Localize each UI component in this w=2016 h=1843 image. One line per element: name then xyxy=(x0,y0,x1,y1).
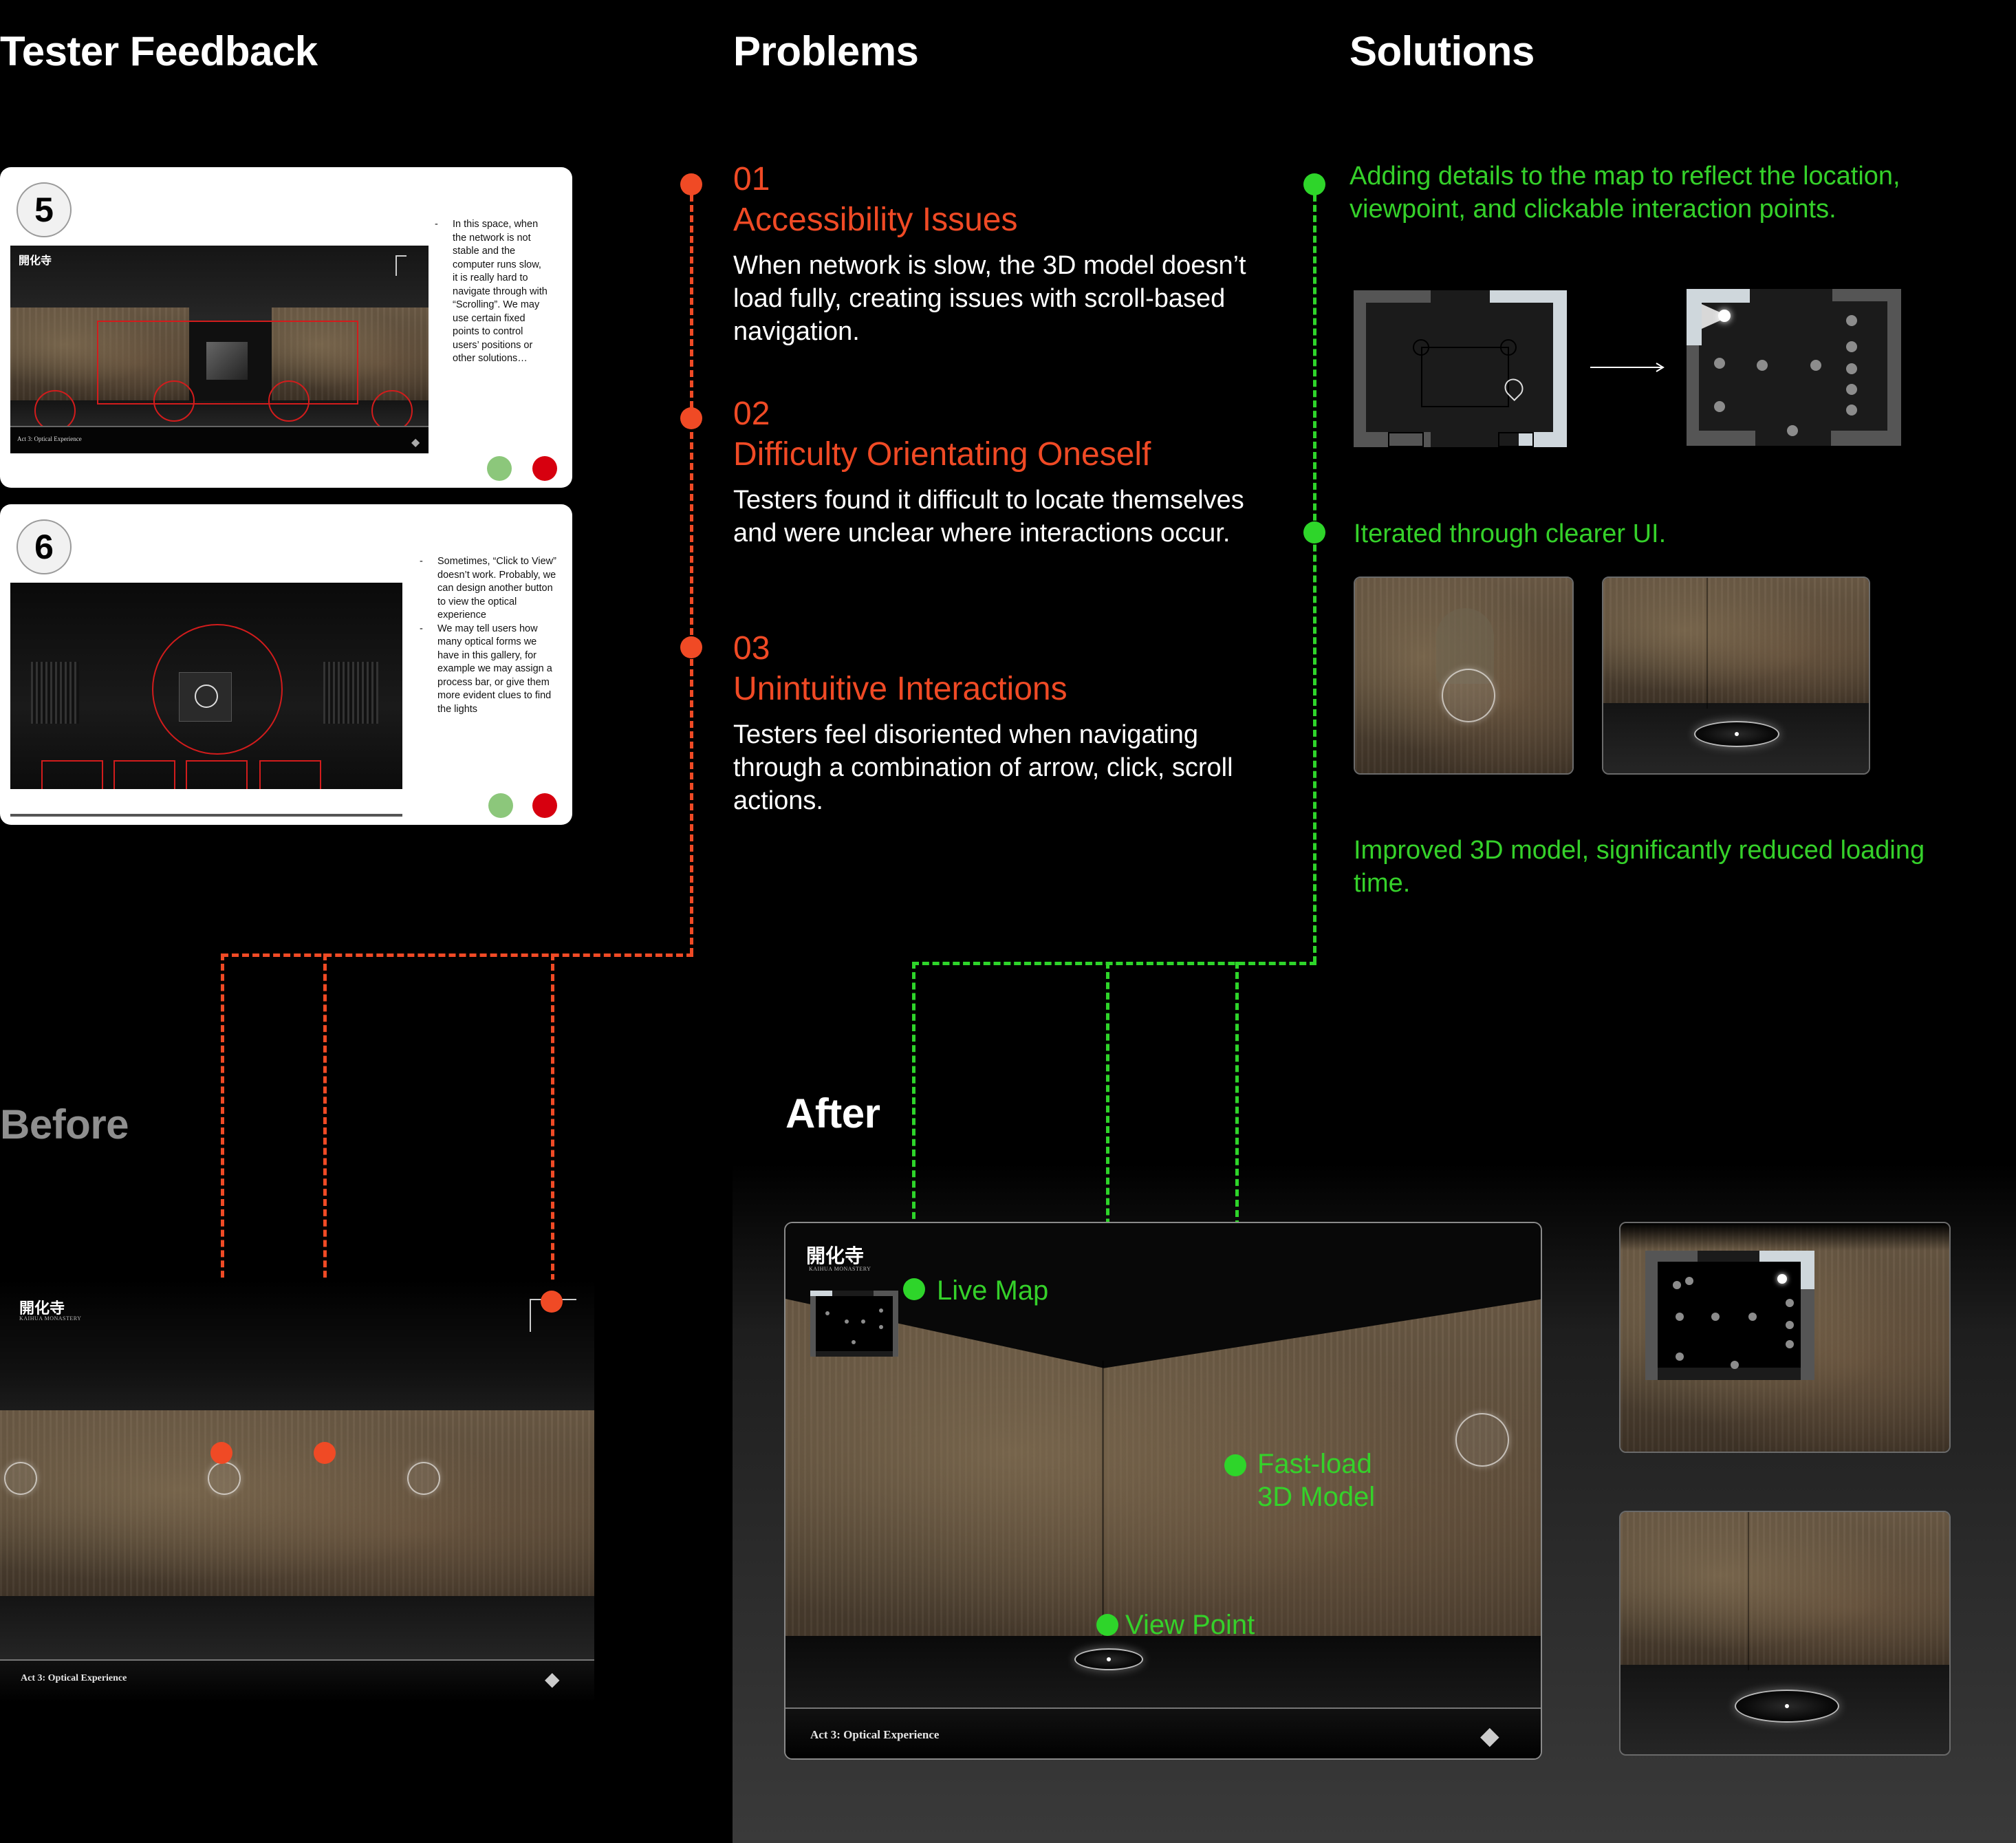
reject-dot[interactable] xyxy=(532,793,557,818)
card-number-badge: 6 xyxy=(17,519,72,574)
solution-node xyxy=(1303,521,1325,543)
card-5-footer: Act 3: Optical Experience xyxy=(10,426,429,453)
bracket-icon xyxy=(395,255,407,276)
footer-label: Act 3: Optical Experience xyxy=(810,1728,940,1741)
after-heading: After xyxy=(785,1090,880,1136)
live-map[interactable] xyxy=(810,1291,898,1357)
problem-node xyxy=(680,407,702,429)
before-heading: Before xyxy=(0,1101,129,1147)
card-6-screenshot xyxy=(10,583,402,789)
viewpoint-marker[interactable] xyxy=(1694,721,1779,747)
fast-load-marker xyxy=(1224,1454,1246,1476)
problem-title: Difficulty Orientating Oneself xyxy=(733,436,1151,473)
map-old xyxy=(1354,290,1567,447)
highlight-circle xyxy=(371,390,413,431)
click-to-view-ring[interactable] xyxy=(407,1462,440,1495)
problems-heading: Problems xyxy=(733,28,919,74)
highlight-circle xyxy=(153,380,195,422)
problem-number: 03 xyxy=(733,630,770,667)
crystal-icon: ◆ xyxy=(1480,1721,1499,1749)
view-point-marker xyxy=(1096,1614,1118,1636)
problem-title: Unintuitive Interactions xyxy=(733,671,1067,707)
card-5-screenshot: 開化寺 Act 3: Optical Experience ◆ xyxy=(10,246,429,453)
click-to-view-ring[interactable] xyxy=(4,1462,37,1495)
reject-dot[interactable] xyxy=(532,456,557,481)
crystal-icon: ◆ xyxy=(545,1668,560,1690)
before-screenshot: 開化寺 KAIHUA MONASTERY Act 3: Optical Expe… xyxy=(0,1280,594,1702)
highlight-box xyxy=(41,760,103,789)
card-5-notes: In this space, when the network is not s… xyxy=(435,218,548,366)
highlight-box xyxy=(113,760,175,789)
problem-description: Testers feel disoriented when navigating… xyxy=(733,720,1233,815)
note-item: Sometimes, “Click to View” doesn’t work.… xyxy=(420,555,557,623)
logo-subtitle: KAIHUA MONASTERY xyxy=(809,1266,871,1272)
feedback-card-5: 5 開化寺 Act 3: Optical Experience ◆ In thi… xyxy=(0,167,572,488)
viewpoint-marker[interactable] xyxy=(1735,1690,1839,1723)
feedback-card-6: 6 Sometimes, “Click to View” doesn’t wor… xyxy=(0,504,572,825)
problem-node xyxy=(680,173,702,195)
logo-subtitle: KAIHUA MONASTERY xyxy=(19,1315,82,1322)
click-to-view-ring[interactable] xyxy=(1442,669,1495,722)
after-thumbnail-map xyxy=(1619,1222,1951,1453)
logo: 開化寺 xyxy=(19,254,52,267)
problem-marker xyxy=(210,1442,232,1464)
viewpoint-marker[interactable] xyxy=(1074,1648,1143,1670)
tester-feedback-heading: Tester Feedback xyxy=(0,28,318,74)
solution-text: Adding details to the map to reflect the… xyxy=(1350,162,1900,224)
before-connector-line xyxy=(221,953,693,957)
solution-text: Improved 3D model, significantly reduced… xyxy=(1354,836,1925,898)
problem-title: Accessibility Issues xyxy=(733,202,1018,238)
ui-iteration-1 xyxy=(1354,576,1574,775)
problem-node xyxy=(680,636,702,658)
problem-number: 02 xyxy=(733,396,770,432)
crystal-icon: ◆ xyxy=(411,437,420,449)
approve-dot[interactable] xyxy=(488,793,513,818)
click-to-view-ring[interactable] xyxy=(1455,1413,1509,1467)
problem-description: When network is slow, the 3D model doesn… xyxy=(733,251,1246,346)
solution-text: Iterated through clearer UI. xyxy=(1354,519,1667,548)
live-map-marker xyxy=(903,1278,925,1300)
map-new xyxy=(1687,289,1901,446)
highlight-box xyxy=(97,321,358,405)
long-right-arrow-icon xyxy=(1590,363,1665,372)
logo: 開化寺 xyxy=(806,1244,865,1267)
highlight-circle xyxy=(268,380,310,422)
highlight-circle xyxy=(152,624,283,755)
problem-description: Testers found it difficult to locate the… xyxy=(733,486,1244,548)
footer-label: Act 3: Optical Experience xyxy=(21,1673,127,1683)
card-6-notes: Sometimes, “Click to View” doesn’t work.… xyxy=(420,555,557,716)
problems-connector-line xyxy=(690,184,693,955)
click-to-view-ring[interactable] xyxy=(208,1462,241,1495)
problem-marker xyxy=(541,1291,563,1313)
problem-marker xyxy=(314,1442,336,1464)
live-map-label: Live Map xyxy=(937,1275,1049,1306)
minimap-icon xyxy=(1645,1251,1814,1380)
approve-dot[interactable] xyxy=(487,456,512,481)
highlight-circle xyxy=(34,390,76,431)
highlight-box xyxy=(186,760,248,789)
ui-iteration-2 xyxy=(1602,576,1870,775)
after-connector-line xyxy=(912,962,1316,965)
view-point-label: View Point xyxy=(1125,1610,1255,1640)
after-screenshot: 開化寺 KAIHUA MONASTERY Act 3: Optical Expe… xyxy=(784,1222,1542,1760)
solution-node xyxy=(1303,173,1325,195)
footer-label: Act 3: Optical Experience xyxy=(17,435,82,442)
note-item: We may tell users how many optical forms… xyxy=(420,623,557,717)
fast-load-label: Fast-load 3D Model xyxy=(1257,1449,1376,1512)
after-thumbnail-viewpoint xyxy=(1619,1511,1951,1756)
problem-number: 01 xyxy=(733,161,770,197)
highlight-box xyxy=(259,760,321,789)
solutions-heading: Solutions xyxy=(1350,28,1535,74)
before-connector-line xyxy=(551,953,554,1302)
solutions-connector-line xyxy=(1313,184,1316,963)
note-item: In this space, when the network is not s… xyxy=(435,218,548,366)
card-number-badge: 5 xyxy=(17,182,72,237)
